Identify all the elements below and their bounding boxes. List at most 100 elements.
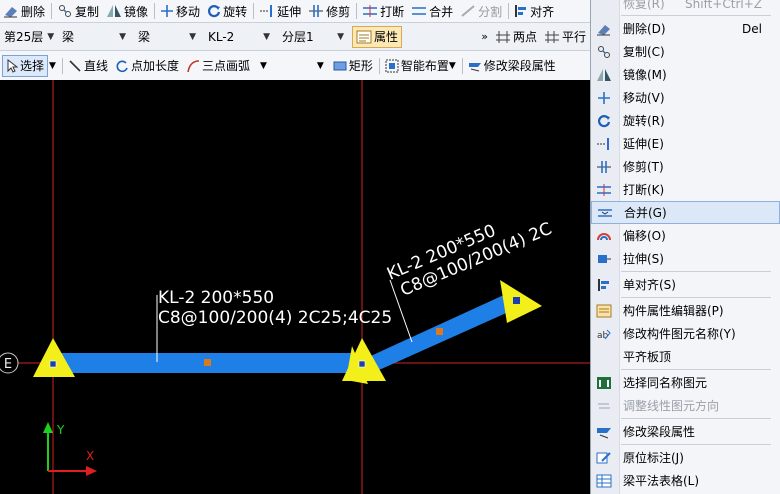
trim-button[interactable]: 修剪 <box>305 1 353 21</box>
copy-icon <box>59 5 72 17</box>
menu-item-label: 梁平法表格(L) <box>623 474 700 488</box>
menu-item-select-same[interactable]: 选择同名称图元 <box>591 371 780 394</box>
menu-item-label: 修改构件图元名称(Y) <box>623 327 736 341</box>
point-length-button[interactable]: 点加长度 <box>112 56 182 76</box>
delete-button[interactable]: 删除 <box>0 1 48 21</box>
menu-item-rotate[interactable]: 旋转(R) <box>591 109 780 132</box>
midpoint-grip[interactable] <box>436 328 443 335</box>
merge-button[interactable]: 合并 <box>408 1 456 21</box>
menu-item-label: 偏移(O) <box>623 229 666 243</box>
break-icon <box>591 178 617 201</box>
grip-point[interactable] <box>513 297 520 304</box>
copy-button[interactable]: 复制 <box>54 1 102 21</box>
chevron-down-icon: ▼ <box>119 31 126 42</box>
chevron-down-icon[interactable]: ▼ <box>317 61 324 71</box>
menu-item-single-align[interactable]: 单对齐(S) <box>591 273 780 296</box>
menu-item-trim[interactable]: 修剪(T) <box>591 155 780 178</box>
parallel-button[interactable]: 平行 <box>541 27 589 47</box>
split-icon <box>461 5 475 17</box>
menu-item-merge[interactable]: 合并(G) <box>591 201 780 224</box>
menu-item-modify-span[interactable]: 修改梁段属性 <box>591 420 780 443</box>
property-editor-icon <box>591 299 617 322</box>
menu-item-label: 合并(G) <box>624 206 667 220</box>
rotate-icon <box>591 109 617 132</box>
delete-label: 删除 <box>21 4 46 19</box>
align-button[interactable]: 对齐 <box>511 1 557 21</box>
rename-icon: ab <box>591 322 617 345</box>
offset-icon <box>591 224 617 247</box>
menu-item-property-editor[interactable]: 构件属性编辑器(P) <box>591 299 780 322</box>
menu-separator <box>621 297 771 298</box>
two-point-button[interactable]: 两点 <box>492 27 540 47</box>
menu-item-label: 移动(V) <box>623 91 665 105</box>
menu-item-label: 原位标注(J) <box>623 451 684 465</box>
chevron-down-icon: ▼ <box>448 60 456 71</box>
cursor-arrow-icon <box>7 58 18 73</box>
toolbar-separator <box>154 3 156 19</box>
menu-item-extend[interactable]: 延伸(E) <box>591 132 780 155</box>
move-label: 移动 <box>176 4 201 19</box>
menu-item-offset[interactable]: 偏移(O) <box>591 224 780 247</box>
select-button[interactable]: 选择 <box>2 54 49 77</box>
menu-item-move[interactable]: 移动(V) <box>591 86 780 109</box>
ucs-y-label: Y <box>56 423 65 437</box>
menu-item-label: 修改梁段属性 <box>623 425 696 439</box>
chevron-down-icon: ▼ <box>337 31 344 42</box>
menu-item-rename[interactable]: ab 修改构件图元名称(Y) <box>591 322 780 345</box>
overflow-chevron-icon[interactable]: » <box>481 30 488 43</box>
properties-button[interactable]: 属性 <box>352 25 403 48</box>
rectangle-button[interactable]: 矩形 <box>330 56 376 76</box>
layer-select[interactable]: 分层1 ▼ <box>278 27 348 47</box>
midpoint-grip[interactable] <box>204 359 211 366</box>
mirror-button[interactable]: 镜像 <box>103 1 151 21</box>
extend-label: 延伸 <box>277 4 302 19</box>
menu-item-delete[interactable]: 删除(D) Del <box>591 17 780 40</box>
annotate-icon <box>591 446 617 469</box>
arc-button[interactable]: 三点画弧 <box>183 56 253 76</box>
merge-icon <box>412 7 427 15</box>
layer-value: 分层1 <box>282 30 314 44</box>
smart-place-icon <box>385 59 399 72</box>
category-select[interactable]: 梁 ▼ <box>58 27 130 47</box>
smart-place-button[interactable]: 智能布置 ▼ <box>382 56 459 76</box>
ucs-x-label: X <box>86 449 94 463</box>
break-button[interactable]: 打断 <box>359 1 407 21</box>
menu-item-redo: 恢复(R) Shift+Ctrl+Z <box>591 0 780 15</box>
move-button[interactable]: 移动 <box>157 1 203 21</box>
rotate-button[interactable]: 旋转 <box>204 1 250 21</box>
menu-item-stretch[interactable]: 拉伸(S) <box>591 247 780 270</box>
modify-span-label: 修改梁段属性 <box>483 59 556 73</box>
grip-point[interactable] <box>49 360 57 368</box>
menu-separator <box>621 444 771 445</box>
chevron-down-icon[interactable]: ▼ <box>49 61 56 71</box>
trim-icon <box>309 5 324 17</box>
trim-icon <box>591 155 617 178</box>
type-value: 梁 <box>138 30 151 44</box>
extend-button[interactable]: 延伸 <box>256 1 304 21</box>
menu-item-label: 单对齐(S) <box>623 278 676 292</box>
split-button: 分割 <box>457 1 505 21</box>
move-icon <box>591 86 617 109</box>
redo-icon <box>591 0 617 15</box>
mirror-label: 镜像 <box>124 4 149 19</box>
menu-item-flush-slab-top[interactable]: 平齐板顶 <box>591 345 780 368</box>
component-name-select[interactable]: KL-2 ▼ <box>204 27 274 47</box>
menu-item-break[interactable]: 打断(K) <box>591 178 780 201</box>
menu-item-shortcut: Shift+Ctrl+Z <box>685 0 762 11</box>
floor-select[interactable]: 第25层 ▼ <box>0 27 54 47</box>
drawing-canvas[interactable]: E KL-2 200*550 C8@100/200(4) 2C25;4C25 K… <box>0 80 590 494</box>
line-button[interactable]: 直线 <box>65 56 111 76</box>
grip-point[interactable] <box>358 360 366 368</box>
modify-span-button[interactable]: 修改梁段属性 <box>465 56 559 76</box>
chevron-down-icon[interactable]: ▼ <box>260 61 267 71</box>
floor-value: 第25层 <box>4 30 44 44</box>
menu-item-in-place-annotation[interactable]: 原位标注(J) <box>591 446 780 469</box>
menu-item-mirror[interactable]: 镜像(M) <box>591 63 780 86</box>
rotate-icon <box>208 5 221 18</box>
type-select[interactable]: 梁 ▼ <box>134 27 200 47</box>
menu-item-copy[interactable]: 复制(C) <box>591 40 780 63</box>
property-sheet-icon <box>356 30 372 43</box>
menu-item-beam-table[interactable]: 梁平法表格(L) <box>591 469 780 492</box>
align-icon <box>591 273 617 296</box>
menu-item-label: 调整线性图元方向 <box>623 399 720 413</box>
